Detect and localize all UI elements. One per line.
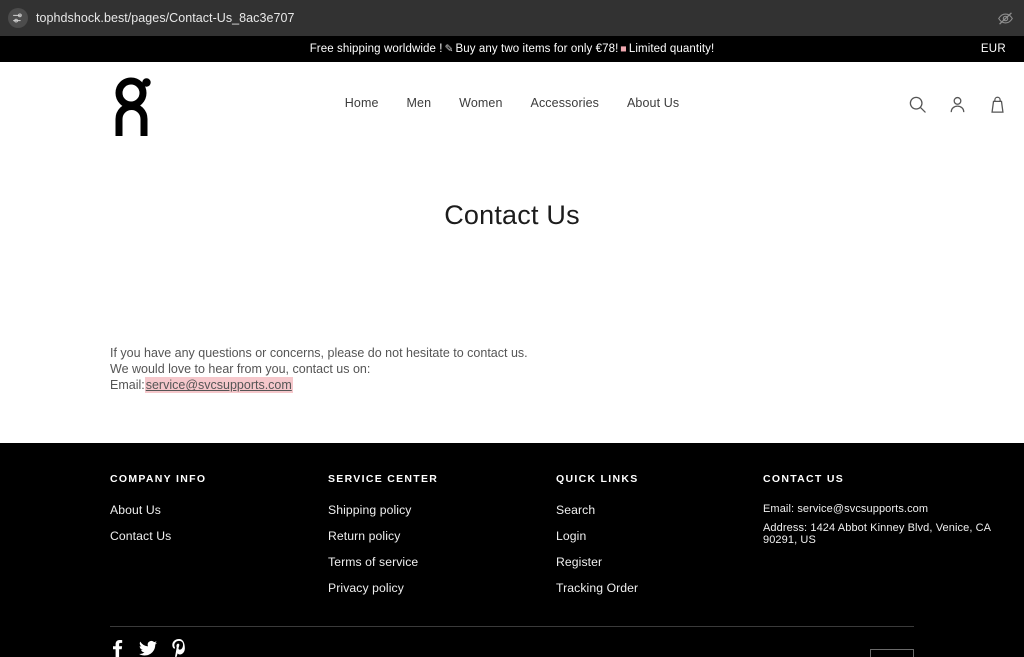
contact-email-line: Email:service@svcsupports.com bbox=[110, 377, 528, 394]
pinterest-icon[interactable] bbox=[171, 639, 187, 657]
footer-heading-contact-us: CONTACT US bbox=[763, 473, 845, 485]
shopping-bag-icon[interactable] bbox=[986, 93, 1008, 115]
announcement-part-1: Free shipping worldwide ! bbox=[309, 43, 443, 55]
announcement-part-3: Limited quantity! bbox=[628, 43, 715, 55]
footer-link-terms-of-service[interactable]: Terms of service bbox=[328, 555, 556, 569]
main-content: Contact Us If you have any questions or … bbox=[0, 146, 1024, 443]
footer-column-contact-us: CONTACT US Email: service@svcsupports.co… bbox=[763, 473, 1023, 607]
footer-link-about-us[interactable]: About Us bbox=[110, 503, 328, 517]
contact-body-copy: If you have any questions or concerns, p… bbox=[110, 345, 528, 394]
footer-currency-selector[interactable]: EUR bbox=[870, 649, 914, 657]
footer-link-shipping-policy[interactable]: Shipping policy bbox=[328, 503, 556, 517]
contact-line-2: We would love to hear from you, contact … bbox=[110, 362, 371, 377]
footer-bottom-bar: © 2024On Running. All Rights Reserved. E… bbox=[110, 639, 914, 657]
footer-column-quick-links: QUICK LINKS Search Login Register Tracki… bbox=[556, 473, 763, 607]
site-settings-icon[interactable] bbox=[8, 8, 28, 28]
twitter-icon[interactable] bbox=[139, 640, 157, 657]
nav-item-women[interactable]: Women bbox=[459, 96, 502, 110]
header-icon-group bbox=[906, 93, 1008, 115]
nav-item-home[interactable]: Home bbox=[345, 96, 379, 110]
footer-column-service-center: SERVICE CENTER Shipping policy Return po… bbox=[328, 473, 556, 607]
pencil-emoji-icon: ✎ bbox=[444, 43, 454, 55]
page-title: Contact Us bbox=[444, 200, 580, 230]
nav-item-men[interactable]: Men bbox=[407, 96, 432, 110]
search-icon[interactable] bbox=[906, 93, 928, 115]
social-links bbox=[110, 639, 914, 657]
announcement-text: Free shipping worldwide ! ✎ Buy any two … bbox=[310, 43, 715, 55]
footer-heading-company-info: COMPANY INFO bbox=[110, 473, 207, 485]
footer-heading-service-center: SERVICE CENTER bbox=[328, 473, 439, 485]
url-text[interactable]: tophdshock.best/pages/Contact-Us_8ac3e70… bbox=[36, 11, 989, 25]
footer-column-company-info: COMPANY INFO About Us Contact Us bbox=[110, 473, 328, 607]
nav-item-accessories[interactable]: Accessories bbox=[531, 96, 599, 110]
on-running-logo[interactable] bbox=[110, 76, 158, 143]
facebook-icon[interactable] bbox=[110, 639, 125, 657]
footer-link-login[interactable]: Login bbox=[556, 529, 763, 543]
announcement-bar: Free shipping worldwide ! ✎ Buy any two … bbox=[0, 36, 1024, 62]
browser-toolbar: tophdshock.best/pages/Contact-Us_8ac3e70… bbox=[0, 0, 1024, 36]
footer-contact-address: Address: 1424 Abbot Kinney Blvd, Venice,… bbox=[763, 522, 991, 546]
account-person-icon[interactable] bbox=[946, 93, 968, 115]
contact-line-1: If you have any questions or concerns, p… bbox=[110, 346, 528, 360]
eye-slash-icon[interactable] bbox=[997, 10, 1014, 27]
footer-link-search[interactable]: Search bbox=[556, 503, 763, 517]
footer-link-tracking-order[interactable]: Tracking Order bbox=[556, 581, 763, 595]
shopping-bag-emoji-icon: ■ bbox=[620, 43, 627, 55]
footer-heading-quick-links: QUICK LINKS bbox=[556, 473, 639, 485]
main-navigation: Home Men Women Accessories About Us bbox=[345, 96, 679, 110]
footer-link-contact-us[interactable]: Contact Us bbox=[110, 529, 328, 543]
footer-link-register[interactable]: Register bbox=[556, 555, 763, 569]
footer-link-return-policy[interactable]: Return policy bbox=[328, 529, 556, 543]
footer-contact-email: Email: service@svcsupports.com bbox=[763, 503, 929, 515]
site-footer: COMPANY INFO About Us Contact Us SERVICE… bbox=[0, 443, 1024, 657]
footer-columns: COMPANY INFO About Us Contact Us SERVICE… bbox=[0, 443, 1024, 607]
email-link[interactable]: service@svcsupports.com bbox=[144, 377, 293, 394]
footer-link-privacy-policy[interactable]: Privacy policy bbox=[328, 581, 556, 595]
email-label: Email: bbox=[110, 378, 145, 393]
site-header: Home Men Women Accessories About Us bbox=[0, 62, 1024, 146]
nav-item-about-us[interactable]: About Us bbox=[627, 96, 679, 110]
announcement-part-2: Buy any two items for only €78! bbox=[455, 43, 619, 55]
footer-divider bbox=[110, 626, 914, 627]
announcement-currency-selector[interactable]: EUR bbox=[981, 43, 1006, 55]
